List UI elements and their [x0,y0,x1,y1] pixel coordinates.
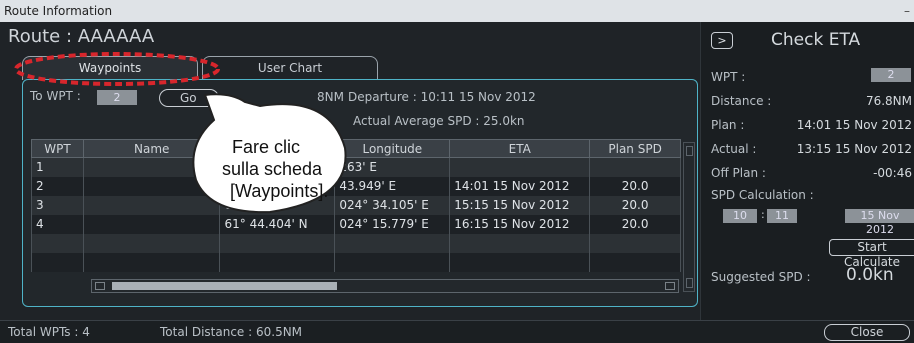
distance-value: 76.8NM [865,94,912,108]
tab-waypoints[interactable]: Waypoints [22,56,198,80]
waypoints-table: WPT Name Latitude Longitude ETA Plan SPD… [31,139,681,272]
check-eta-title: Check ETA [771,30,861,50]
tab-user-chart[interactable]: User Chart [202,56,378,80]
calc-minute-field[interactable]: 11 [767,209,797,223]
off-plan-value: -00:46 [873,166,912,180]
actual-average-spd: Actual Average SPD : 25.0kn [353,114,525,128]
cell-plan-spd [589,233,681,253]
cell-wpt [31,252,84,272]
cell-longitude [334,233,451,253]
suggested-spd-value: 0.0kn [846,265,894,285]
cell-plan-spd: 20.0 [589,195,681,215]
horizontal-scrollbar[interactable] [91,279,679,293]
cell-name [82,157,221,177]
table-row[interactable]: 3 61° 024° 34.105' E 15:15 15 Nov 2012 2… [31,195,681,215]
table-row[interactable] [31,233,681,253]
window-titlebar: Route Information – [0,0,914,22]
plan-label: Plan : [711,118,745,132]
actual-value: 13:15 15 Nov 2012 [796,142,912,156]
route-info-main: Route : AAAAAA Waypoints User Chart To W… [0,22,700,320]
calc-date-field[interactable]: 15 Nov 2012 [845,209,914,236]
check-eta-panel: > Check ETA WPT : 2 Distance : 76.8NM Pl… [700,22,914,320]
status-footer: Total WPTs : 4 Total Distance : 60.5NM C… [0,320,914,343]
total-wpts: Total WPTs : 4 [8,325,90,339]
cell-wpt: 3 [31,195,84,215]
cell-eta: 16:15 15 Nov 2012 [449,214,591,234]
cell-name [82,214,221,234]
departure-text: Departure : 10:11 15 Nov 2012 [348,90,536,104]
cell-eta [449,157,591,177]
cell-longitude: 43.949' E [334,176,451,196]
col-header-plan-spd[interactable]: Plan SPD [589,139,681,158]
minimize-button[interactable]: – [904,0,910,22]
cell-latitude: 61° 44.404' N [219,214,336,234]
callout-line-3: [Waypoints]. [230,181,329,201]
cell-wpt: 1 [31,157,84,177]
spd-calculation-label: SPD Calculation : [711,188,814,202]
cell-longitude: 024° 15.779' E [334,214,451,234]
cell-wpt [31,233,84,253]
vertical-scrollbar[interactable] [683,142,695,292]
cell-plan-spd: 20.0 [589,214,681,234]
plan-value: 14:01 15 Nov 2012 [796,118,912,132]
calc-hour-field[interactable]: 10 [723,209,757,223]
cell-plan-spd: 20.0 [589,176,681,196]
cell-longitude: 263' E [334,157,451,177]
suggested-spd-label: Suggested SPD : [711,270,811,284]
time-separator: : [761,208,765,221]
cell-plan-spd [589,157,681,177]
total-distance: Total Distance : 60.5NM [160,325,303,339]
to-wpt-label: To WPT : [30,89,81,103]
table-row[interactable] [31,252,681,272]
callout-line-2: sulla scheda [222,159,323,179]
cell-eta [449,233,591,253]
wpt-label: WPT : [711,70,746,84]
cell-longitude: 024° 34.105' E [334,195,451,215]
route-title: Route : AAAAAA [8,26,155,47]
col-header-eta[interactable]: ETA [449,139,591,158]
col-header-wpt[interactable]: WPT [31,139,84,158]
table-header-row: WPT Name Latitude Longitude ETA Plan SPD [31,139,681,158]
table-row[interactable]: 2 43.949' E 14:01 15 Nov 2012 20.0 [31,176,681,196]
col-header-name[interactable]: Name [82,139,221,158]
cell-name [82,233,221,253]
cell-name [82,176,221,196]
cell-plan-spd [589,252,681,272]
scroll-right-icon[interactable] [665,282,675,290]
cell-latitude [219,233,336,253]
expand-button[interactable]: > [711,32,733,49]
scroll-thumb[interactable] [112,282,337,290]
col-header-longitude[interactable]: Longitude [334,139,451,158]
actual-label: Actual : [711,142,757,156]
scroll-up-icon[interactable] [686,146,693,156]
window-title: Route Information [4,4,113,18]
to-wpt-field[interactable]: 2 [97,90,137,105]
distance-fragment: 8NM [317,90,344,104]
cell-name [82,195,221,215]
waypoints-panel: To WPT : 2 Go 8NM Departure : 10:11 15 N… [22,79,698,307]
cell-name [82,252,221,272]
cell-eta: 14:01 15 Nov 2012 [449,176,591,196]
cell-longitude [334,252,451,272]
start-calculate-button[interactable]: Start Calculate [829,239,914,269]
cell-latitude [219,252,336,272]
scroll-down-icon[interactable] [686,278,693,288]
close-button[interactable]: Close [824,324,910,341]
cell-eta: 15:15 15 Nov 2012 [449,195,591,215]
wpt-field[interactable]: 2 [871,68,911,82]
cell-wpt: 4 [31,214,84,234]
table-row[interactable]: 1 263' E [31,157,681,177]
cell-eta [449,252,591,272]
scroll-left-icon[interactable] [95,282,105,290]
distance-label: Distance : [711,94,772,108]
table-row[interactable]: 4 61° 44.404' N 024° 15.779' E 16:15 15 … [31,214,681,234]
cell-wpt: 2 [31,176,84,196]
callout-line-1: Fare clic [232,137,301,157]
off-plan-label: Off Plan : [711,166,766,180]
go-button[interactable]: Go [159,89,219,107]
